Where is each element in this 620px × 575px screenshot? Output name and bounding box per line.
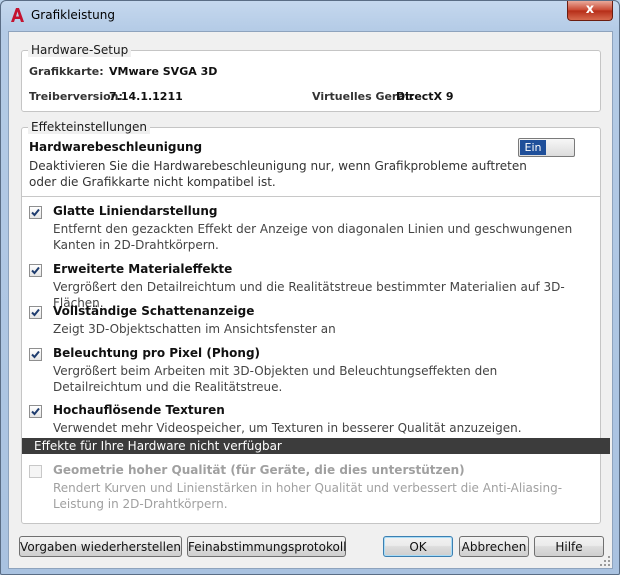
dialog-body: Hardware-Setup Grafikkarte: VMware SVGA … [8, 31, 613, 569]
divider [22, 196, 600, 197]
ok-button[interactable]: OK [383, 536, 453, 557]
option-description: Zeigt 3D-Objektschatten im Ansichtsfenst… [53, 322, 336, 336]
option-title: Glatte Liniendarstellung [53, 204, 218, 218]
checkbox-high-res-textures[interactable] [29, 405, 42, 418]
window-title: Grafikleistung [31, 8, 115, 22]
restore-defaults-button[interactable]: Vorgaben wiederherstellen [19, 536, 182, 557]
checkmark-icon [31, 350, 40, 359]
resize-grip-icon[interactable] [599, 555, 611, 567]
graphics-card-label: Grafikkarte: [29, 65, 104, 78]
help-button[interactable]: Hilfe [534, 536, 604, 557]
autocad-logo-icon [9, 7, 25, 23]
hardware-setup-legend: Hardware-Setup [28, 43, 132, 57]
option-description: Verwendet mehr Videospeicher, um Texture… [53, 421, 522, 435]
option-title: Hochauflösende Texturen [53, 403, 225, 417]
checkbox-shadow-display[interactable] [29, 306, 42, 319]
driver-version-value: 7.14.1.1211 [109, 90, 183, 103]
toggle-on-label: Ein [520, 140, 546, 155]
cancel-button[interactable]: Abbrechen [459, 536, 529, 557]
checkmark-icon [31, 208, 40, 217]
close-button[interactable]: x [567, 1, 613, 21]
unavailable-effects-header: Effekte für Ihre Hardware nicht verfügba… [22, 438, 610, 454]
hardware-acceleration-toggle[interactable]: Ein [518, 138, 575, 157]
checkmark-icon [31, 266, 40, 275]
tuning-log-button[interactable]: Feinabstimmungsprotokoll [187, 536, 347, 557]
effect-settings-group: Effekteinstellungen Hardwarebeschleunigu… [21, 120, 610, 524]
option-description: Rendert Kurven und Linienstärken in hohe… [53, 481, 563, 511]
graphics-card-value: VMware SVGA 3D [109, 65, 218, 78]
effect-settings-legend: Effekteinstellungen [28, 120, 151, 134]
hardware-acceleration-description: Deaktivieren Sie die Hardwarebeschleunig… [29, 159, 527, 189]
checkmark-icon [31, 308, 40, 317]
dialog-window: Grafikleistung x Hardware-Setup Grafikka… [0, 0, 620, 575]
checkmark-icon [31, 407, 40, 416]
option-title: Vollständige Schattenanzeige [53, 304, 255, 318]
checkbox-material-effects[interactable] [29, 264, 42, 277]
hardware-acceleration-title: Hardwarebeschleunigung [29, 140, 203, 154]
option-title: Erweiterte Materialeffekte [53, 262, 233, 276]
close-icon: x [585, 2, 595, 17]
option-title: Geometrie hoher Qualität (für Geräte, di… [53, 463, 465, 477]
checkbox-high-quality-geometry [29, 465, 42, 478]
checkbox-per-pixel-lighting[interactable] [29, 348, 42, 361]
option-description: Vergrößert beim Arbeiten mit 3D-Objekten… [53, 364, 498, 394]
virtual-device-value: DirectX 9 [396, 90, 454, 103]
checkbox-smooth-lines[interactable] [29, 206, 42, 219]
hardware-setup-group: Hardware-Setup Grafikkarte: VMware SVGA … [21, 43, 601, 112]
title-bar[interactable]: Grafikleistung x [1, 1, 619, 31]
option-description: Entfernt den gezackten Effekt der Anzeig… [53, 222, 573, 252]
option-title: Beleuchtung pro Pixel (Phong) [53, 346, 261, 360]
